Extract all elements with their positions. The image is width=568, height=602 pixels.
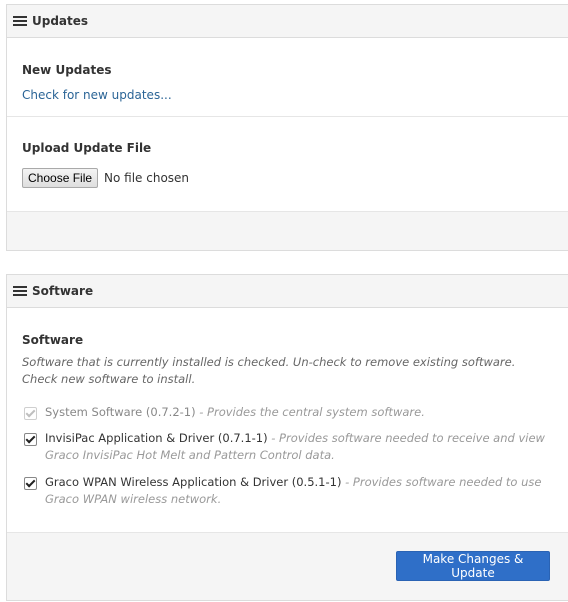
upload-update-file-label: Upload Update File: [22, 141, 152, 155]
updates-panel-footer: [7, 211, 568, 250]
software-item-description: - Provides the central system software.: [199, 405, 425, 419]
new-updates-label: New Updates: [22, 63, 112, 77]
software-item-name: Graco WPAN Wireless Application & Driver…: [45, 475, 342, 489]
updates-panel-title: Updates: [32, 14, 89, 28]
software-panel-footer: Make Changes & Update: [7, 532, 568, 600]
invisipac-checkbox[interactable]: [24, 433, 37, 446]
hamburger-menu-icon: [13, 16, 27, 26]
section-divider: [7, 116, 568, 117]
software-item-name: System Software (0.7.2-1): [45, 405, 196, 419]
file-status-text: No file chosen: [104, 171, 190, 185]
hamburger-menu-icon: [13, 286, 27, 296]
software-item-invisipac: InvisiPac Application & Driver (0.7.1-1)…: [22, 430, 557, 464]
software-section-label: Software: [22, 333, 84, 347]
software-item-system: System Software (0.7.2-1) - Provides the…: [22, 404, 557, 421]
software-panel-title: Software: [32, 284, 94, 298]
updates-panel-header: Updates: [7, 5, 568, 38]
system-software-checkbox[interactable]: [24, 407, 37, 420]
software-item-name: InvisiPac Application & Driver (0.7.1-1): [45, 431, 268, 445]
software-help-text: Software that is currently installed is …: [22, 355, 516, 386]
software-panel: Software Software Software that is curre…: [6, 274, 568, 601]
updates-panel: Updates New Updates Check for new update…: [6, 4, 568, 251]
software-item-wpan: Graco WPAN Wireless Application & Driver…: [22, 474, 557, 508]
file-input[interactable]: Choose File No file chosen: [22, 168, 189, 188]
wpan-checkbox[interactable]: [24, 477, 37, 490]
software-panel-header: Software: [7, 275, 568, 308]
make-changes-update-button[interactable]: Make Changes & Update: [396, 551, 550, 581]
check-for-updates-link[interactable]: Check for new updates...: [22, 88, 172, 102]
choose-file-button[interactable]: Choose File: [22, 168, 99, 188]
